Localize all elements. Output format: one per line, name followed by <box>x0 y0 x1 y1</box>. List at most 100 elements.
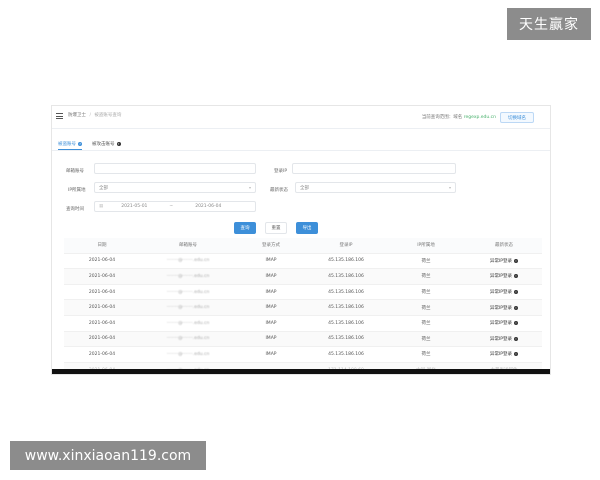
column-header-login-method[interactable]: 登录方式 <box>236 238 306 254</box>
cell-status: 异常IP登录! <box>466 299 542 316</box>
breadcrumb: 防爆卫士 / 被盗账号查询 <box>68 112 121 118</box>
tab-divider <box>52 150 550 151</box>
status-text: 异常IP登录 <box>489 321 513 327</box>
hamburger-menu-icon[interactable] <box>56 113 63 119</box>
query-range-domain: regexp.edu.cn <box>463 115 496 120</box>
help-icon[interactable]: ? <box>116 142 121 146</box>
top-bar: 防爆卫士 / 被盗账号查询 当前查询范围：域名 regexp.edu.cn 切换… <box>52 106 550 129</box>
table-row[interactable]: 2021-06-04 ········@·······.edu.cn - 171… <box>64 362 542 369</box>
calendar-icon: ▦ <box>99 204 104 209</box>
breadcrumb-current: 被盗账号查询 <box>94 113 122 118</box>
date-end[interactable]: 2021-06-04 <box>195 204 221 209</box>
info-icon[interactable]: ! <box>514 352 519 357</box>
table-row[interactable]: 2021-06-04 ········@·······.edu.cn IMAP … <box>64 284 542 301</box>
table-row[interactable]: 2021-06-04 ········@·······.edu.cn IMAP … <box>64 253 542 270</box>
login-ip-input[interactable] <box>292 163 456 174</box>
column-header-status[interactable]: 最新状态 <box>466 238 542 254</box>
table-row[interactable]: 2021-06-04 ········@·······.edu.cn IMAP … <box>64 315 542 332</box>
tab-label: 被攻击账号 <box>92 142 115 147</box>
cell-login-method: IMAP <box>236 299 306 316</box>
cell-status: 异常IP登录! <box>466 253 542 270</box>
cell-ip-region: 荷兰 <box>386 299 466 316</box>
masked-account: ········@·······.edu.cn <box>166 320 210 326</box>
cell-date: 2021-06-04 <box>64 253 140 270</box>
ip-region-label: IP所属地 <box>68 188 86 193</box>
cell-account: ········@·······.edu.cn <box>140 299 236 316</box>
cell-login-ip: 45.135.186.106 <box>306 253 386 270</box>
cell-date: 2021-06-04 <box>64 284 140 301</box>
info-icon[interactable]: ! <box>514 305 519 310</box>
ip-region-select[interactable]: 全部 ▾ <box>94 182 256 193</box>
cell-login-method: - <box>236 362 306 369</box>
cell-date: 2021-06-04 <box>64 346 140 363</box>
table-header-row: 日期 邮箱账号 登录方式 登录IP IP所属地 最新状态 <box>64 238 542 254</box>
masked-account: ········@·······.edu.cn <box>166 258 210 264</box>
cell-account: ········@·······.edu.cn <box>140 362 236 369</box>
cell-ip-region: 荷兰 <box>386 331 466 348</box>
masked-account: ········@·······.edu.cn <box>166 305 210 311</box>
column-header-account[interactable]: 邮箱账号 <box>140 238 236 254</box>
chevron-down-icon: ▾ <box>448 185 451 190</box>
cell-status: 异常IP登录! <box>466 284 542 301</box>
masked-account: ········@·······.edu.cn <box>166 289 210 295</box>
table-row[interactable]: 2021-06-04 ········@·······.edu.cn IMAP … <box>64 346 542 363</box>
account-input[interactable] <box>94 163 256 174</box>
info-icon[interactable]: ! <box>514 336 519 341</box>
tab-attacked-accounts[interactable]: 被攻击账号 ? <box>92 139 121 149</box>
cell-account: ········@·······.edu.cn <box>140 268 236 285</box>
cell-account: ········@·······.edu.cn <box>140 346 236 363</box>
cell-login-ip: 45.135.186.106 <box>306 284 386 301</box>
column-header-ip-region[interactable]: IP所属地 <box>386 238 466 254</box>
query-range: 当前查询范围：域名 regexp.edu.cn <box>422 114 496 120</box>
export-button[interactable]: 导出 <box>296 222 318 234</box>
cell-ip-region: 荷兰 <box>386 284 466 301</box>
table-row[interactable]: 2021-06-04 ········@·······.edu.cn IMAP … <box>64 299 542 316</box>
status-text: 异常IP登录 <box>489 305 513 311</box>
cell-login-method: IMAP <box>236 315 306 332</box>
cell-status: 异常IP登录! <box>466 346 542 363</box>
cell-login-method: IMAP <box>236 284 306 301</box>
cell-login-method: IMAP <box>236 331 306 348</box>
info-icon[interactable]: ! <box>514 321 519 326</box>
date-start[interactable]: 2021-05-01 <box>121 204 147 209</box>
status-select[interactable]: 全部 ▾ <box>295 182 456 193</box>
status-text: 异常IP登录 <box>489 258 513 264</box>
cell-date: 2021-06-04 <box>64 299 140 316</box>
column-header-date[interactable]: 日期 <box>64 238 140 254</box>
breadcrumb-root[interactable]: 防爆卫士 <box>68 113 86 118</box>
cell-login-method: IMAP <box>236 268 306 285</box>
cell-date: 2021-06-04 <box>64 362 140 369</box>
tab-stolen-accounts[interactable]: 被盗账号 ? <box>58 139 82 150</box>
info-icon[interactable]: ! <box>514 274 519 279</box>
cell-ip-region: 中国 湖北 <box>386 362 466 369</box>
account-label: 邮箱账号 <box>66 169 84 174</box>
reset-button[interactable]: 重置 <box>265 222 287 234</box>
status-text: 异常IP登录 <box>489 290 513 296</box>
help-icon[interactable]: ? <box>78 142 82 146</box>
breadcrumb-separator: / <box>89 113 91 118</box>
cell-account: ········@·······.edu.cn <box>140 315 236 332</box>
switch-domain-button[interactable]: 切换域名 <box>500 112 534 123</box>
cell-account: ········@·······.edu.cn <box>140 284 236 301</box>
ip-region-value: 全部 <box>99 185 108 191</box>
status-value: 全部 <box>300 185 309 191</box>
cell-login-ip: 45.135.186.106 <box>306 331 386 348</box>
cell-ip-region: 荷兰 <box>386 268 466 285</box>
status-text: 异常IP登录 <box>489 274 513 280</box>
query-range-label: 当前查询范围：域名 <box>421 115 463 120</box>
cell-login-ip: 45.135.186.106 <box>306 315 386 332</box>
masked-account: ········@·······.edu.cn <box>166 351 210 357</box>
tab-label: 被盗账号 <box>58 142 76 147</box>
masked-account: ········@·······.edu.cn <box>166 273 210 279</box>
table-row[interactable]: 2021-06-04 ········@·······.edu.cn IMAP … <box>64 268 542 285</box>
cell-date: 2021-06-04 <box>64 331 140 348</box>
date-range-picker[interactable]: ▦ 2021-05-01 ~ 2021-06-04 <box>94 201 256 212</box>
query-button[interactable]: 查询 <box>234 222 256 234</box>
column-header-login-ip[interactable]: 登录IP <box>306 238 386 254</box>
watermark-url: www.xinxiaoan119.com <box>10 441 206 470</box>
login-ip-label: 登录IP <box>274 169 288 174</box>
info-icon[interactable]: ! <box>514 290 519 295</box>
cell-login-ip: 45.135.186.106 <box>306 268 386 285</box>
table-row[interactable]: 2021-06-04 ········@·······.edu.cn IMAP … <box>64 331 542 348</box>
info-icon[interactable]: ! <box>514 258 519 263</box>
